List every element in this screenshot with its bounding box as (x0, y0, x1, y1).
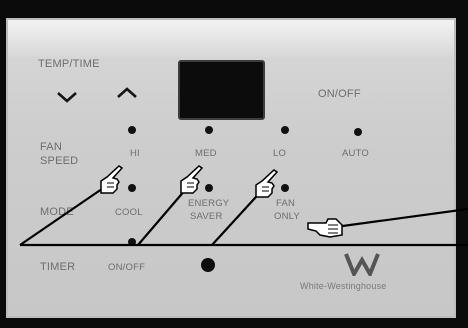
pointing-hand-icon (307, 218, 343, 238)
callout-lines (19, 179, 468, 247)
pointing-hand-icon (100, 165, 124, 194)
pointing-hand-icon (255, 169, 279, 198)
pointing-hand-icon (180, 165, 204, 194)
